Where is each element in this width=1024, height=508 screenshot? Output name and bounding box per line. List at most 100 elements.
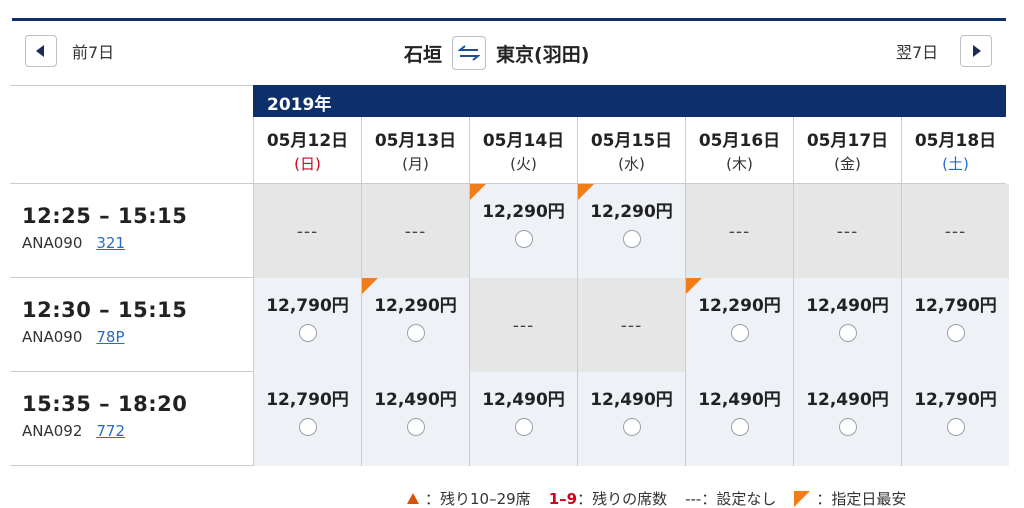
weekday-label: (土) (942, 155, 969, 173)
next-week-button[interactable] (960, 35, 992, 67)
aircraft-link[interactable]: 78P (96, 328, 124, 346)
flight-code: ANA090 (22, 234, 83, 252)
aircraft-link[interactable]: 772 (96, 422, 125, 440)
legend-none-label: ：設定なし (701, 490, 777, 508)
cheapest-corner-icon (362, 278, 378, 294)
fare-price: 12,290円 (374, 296, 457, 316)
no-fare-dash: --- (512, 316, 535, 336)
fare-cell[interactable]: 12,490円 (361, 372, 469, 466)
fare-price: 12,290円 (698, 296, 781, 316)
swap-arrows-icon (458, 45, 481, 61)
fare-price: 12,790円 (914, 390, 997, 410)
aircraft-link[interactable]: 321 (96, 234, 125, 252)
fare-price: 12,790円 (266, 390, 349, 410)
fare-cell[interactable]: 12,790円 (901, 372, 1009, 466)
cheapest-corner-icon (578, 184, 594, 200)
fare-cell[interactable]: 12,490円 (685, 372, 793, 466)
fare-cell[interactable]: 12,290円 (685, 278, 793, 372)
flight-number-line: ANA090 321 (22, 234, 253, 252)
fare-cell[interactable]: 12,290円 (469, 184, 577, 278)
flight-time: 12:30 – 15:15 (22, 298, 188, 322)
top-divider (12, 18, 1006, 21)
fare-cell[interactable]: 12,790円 (901, 278, 1009, 372)
fare-radio[interactable] (406, 324, 425, 342)
date-label: 05月15日 (590, 131, 673, 151)
fare-radio[interactable] (946, 324, 965, 342)
fare-radio[interactable] (730, 418, 749, 436)
fare-price: 12,490円 (698, 390, 781, 410)
fare-radio[interactable] (514, 230, 533, 248)
legend: ：残り10–29席 1–9 ：残りの席数 --- ：設定なし ：指定日最安 (407, 488, 906, 508)
date-label: 05月14日 (482, 131, 565, 151)
date-header: 05月12日 (日) (253, 117, 361, 183)
fare-radio[interactable] (946, 418, 965, 436)
fare-radio[interactable] (298, 324, 317, 342)
no-fare-dash: --- (944, 222, 967, 242)
fare-radio[interactable] (298, 418, 317, 436)
fare-radio[interactable] (838, 418, 857, 436)
date-header: 05月14日 (火) (469, 117, 577, 183)
fare-cell[interactable]: 12,490円 (469, 372, 577, 466)
fare-cell[interactable]: 12,790円 (253, 278, 361, 372)
date-header: 05月18日 (土) (901, 117, 1009, 183)
fare-radio[interactable] (838, 324, 857, 342)
destination-city: 東京(羽田) (496, 43, 590, 66)
fare-radio[interactable] (622, 230, 641, 248)
fare-cell[interactable]: 12,290円 (361, 278, 469, 372)
fare-cell[interactable]: 12,790円 (253, 372, 361, 466)
no-fare-dash: --- (728, 222, 751, 242)
fare-cell[interactable]: 12,490円 (577, 372, 685, 466)
flight-row: 15:35 – 18:20 ANA092 772 12,790円 12,490円 12,4… (10, 372, 1009, 466)
date-label: 05月13日 (374, 131, 457, 151)
fare-price: 12,490円 (374, 390, 457, 410)
fare-radio[interactable] (730, 324, 749, 342)
flight-info: 12:30 – 15:15 ANA090 78P (10, 278, 253, 372)
fare-cell[interactable]: 12,490円 (793, 278, 901, 372)
cheapest-corner-icon (686, 278, 702, 294)
fare-price: 12,790円 (266, 296, 349, 316)
legend-cheapest-label: ：指定日最安 (816, 490, 907, 508)
prev-week-button[interactable] (25, 35, 57, 67)
no-fare-dash: --- (620, 316, 643, 336)
flight-number-line: ANA090 78P (22, 328, 253, 346)
fare-cell-unavailable: --- (577, 278, 685, 372)
flight-row: 12:25 – 15:15 ANA090 321 --- --- 12,290円 12,29… (10, 184, 1009, 278)
fare-cell[interactable]: 12,490円 (793, 372, 901, 466)
no-fare-dash: --- (836, 222, 859, 242)
fare-cell-unavailable: --- (901, 184, 1009, 278)
no-fare-dash: --- (404, 222, 427, 242)
fare-cell[interactable]: 12,290円 (577, 184, 685, 278)
fare-radio[interactable] (406, 418, 425, 436)
weekday-label: (金) (834, 155, 861, 173)
fare-cell-unavailable: --- (685, 184, 793, 278)
flight-time: 12:25 – 15:15 (22, 204, 188, 228)
legend-none-value: --- (685, 489, 702, 508)
flight-info: 12:25 – 15:15 ANA090 321 (10, 184, 253, 278)
fare-cell-unavailable: --- (469, 278, 577, 372)
prev-week-label[interactable]: 前7日 (72, 39, 114, 63)
fare-cell-unavailable: --- (361, 184, 469, 278)
flight-time: 15:35 – 18:20 (22, 392, 188, 416)
weekday-label: (火) (510, 155, 537, 173)
weekday-label: (月) (402, 155, 429, 173)
fare-price: 12,490円 (806, 296, 889, 316)
fare-price: 12,290円 (590, 202, 673, 222)
date-label: 05月16日 (698, 131, 781, 151)
date-label: 05月12日 (266, 131, 349, 151)
fare-radio[interactable] (514, 418, 533, 436)
fare-cell-unavailable: --- (793, 184, 901, 278)
route-header: 石垣 東京(羽田) (404, 36, 589, 70)
legend-count-label: ：残りの席数 (577, 490, 668, 508)
flight-code: ANA092 (22, 422, 83, 440)
next-week-label[interactable]: 翌7日 (896, 39, 938, 63)
flight-number-line: ANA092 772 (22, 422, 253, 440)
date-header: 05月17日 (金) (793, 117, 901, 183)
fare-price: 12,490円 (482, 390, 565, 410)
date-label: 05月18日 (914, 131, 997, 151)
fare-price: 12,490円 (590, 390, 673, 410)
swap-route-button[interactable] (452, 36, 487, 70)
origin-city: 石垣 (404, 43, 443, 66)
fare-radio[interactable] (622, 418, 641, 436)
cheapest-corner-icon (794, 490, 811, 507)
fare-price: 12,790円 (914, 296, 997, 316)
